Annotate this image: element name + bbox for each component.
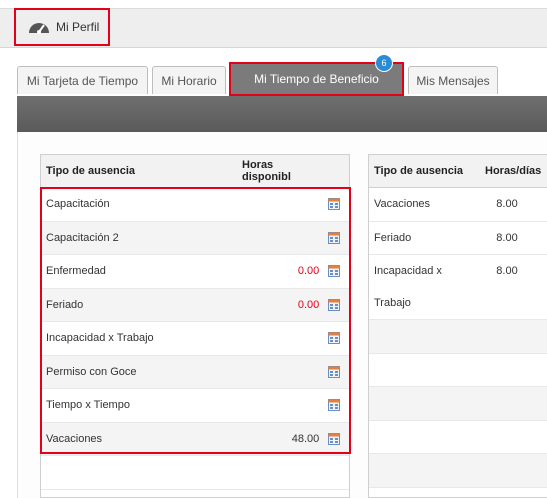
tab-mis-mensajes[interactable]: Mis Mensajes — [408, 66, 498, 94]
tab-mi-horario[interactable]: Mi Horario — [152, 66, 226, 94]
table-header: Tipo de ausencia Horas/días — [369, 155, 547, 188]
tab-content-header — [17, 96, 547, 132]
row-value: 8.00 — [496, 198, 518, 211]
row-value: 8.00 — [496, 265, 518, 277]
table-row: Permiso con Goce — [41, 355, 349, 389]
row-hours: 0.00 — [297, 265, 320, 278]
table-header: Tipo de ausencia Horas disponibl — [41, 155, 349, 188]
calendar-icon[interactable] — [319, 332, 349, 345]
row-type: Feriado — [374, 231, 412, 244]
calendar-icon[interactable] — [319, 399, 349, 412]
calendar-icon[interactable] — [319, 432, 349, 445]
row-type: Capacitación — [46, 198, 110, 211]
table-row-empty — [369, 387, 547, 421]
col-header-tipo: Tipo de ausencia — [374, 165, 464, 177]
table-row-empty — [369, 454, 547, 488]
available-hours-table: Tipo de ausencia Horas disponibl Capacit… — [40, 154, 350, 498]
table-row: Incapacidad x Trabajo 8.00 — [369, 255, 547, 320]
table-row: Tiempo x Tiempo — [41, 389, 349, 423]
table-row-empty — [369, 354, 547, 387]
tab-mi-tarjeta-de-tiempo[interactable]: Mi Tarjeta de Tiempo — [17, 66, 148, 94]
table-row: Feriado 0.00 — [41, 288, 349, 322]
col-header-horas: Horas disponibl — [242, 159, 291, 183]
row-hours: 0.00 — [297, 298, 320, 311]
table-row: Vacaciones 8.00 — [369, 188, 547, 222]
row-type: Incapacidad x Trabajo — [374, 265, 442, 309]
col-header-horas-dias: Horas/días — [485, 165, 542, 177]
calendar-icon[interactable] — [319, 198, 349, 211]
row-value: 8.00 — [496, 231, 518, 244]
mi-perfil-button[interactable]: Mi Perfil — [14, 8, 110, 46]
table-row-empty — [41, 456, 349, 490]
row-hours: 48.00 — [291, 432, 320, 445]
table-row: Capacitación — [41, 188, 349, 222]
col-header-tipo: Tipo de ausencia — [46, 165, 136, 177]
table-row-empty — [369, 320, 547, 354]
row-type: Feriado — [46, 298, 84, 311]
calendar-icon[interactable] — [319, 365, 349, 378]
row-type: Vacaciones — [374, 198, 431, 211]
row-type: Capacitación 2 — [46, 231, 119, 244]
tab-bar: Mi Tarjeta de Tiempo Mi Horario Mi Tiemp… — [0, 46, 547, 96]
calendar-icon[interactable] — [319, 265, 349, 278]
table-row: Incapacidad x Trabajo — [41, 322, 349, 356]
table-row: Capacitación 2 — [41, 221, 349, 255]
calendar-icon[interactable] — [319, 298, 349, 311]
mi-perfil-label: Mi Perfil — [56, 20, 100, 34]
table-row: Enfermedad 0.00 — [41, 255, 349, 289]
benefit-rules-table: Tipo de ausencia Horas/días Vacaciones 8… — [368, 154, 547, 498]
table-row-empty — [369, 421, 547, 454]
row-type: Tiempo x Tiempo — [46, 399, 130, 412]
row-type: Vacaciones — [46, 432, 103, 445]
row-type: Incapacidad x Trabajo — [46, 332, 154, 345]
calendar-icon[interactable] — [319, 231, 349, 244]
notification-badge: 6 — [375, 54, 393, 72]
row-type: Permiso con Goce — [46, 365, 137, 378]
row-type: Enfermedad — [46, 265, 106, 278]
table-row: Vacaciones 48.00 — [41, 422, 349, 456]
table-row: Feriado 8.00 — [369, 222, 547, 255]
speedometer-icon — [28, 18, 50, 36]
